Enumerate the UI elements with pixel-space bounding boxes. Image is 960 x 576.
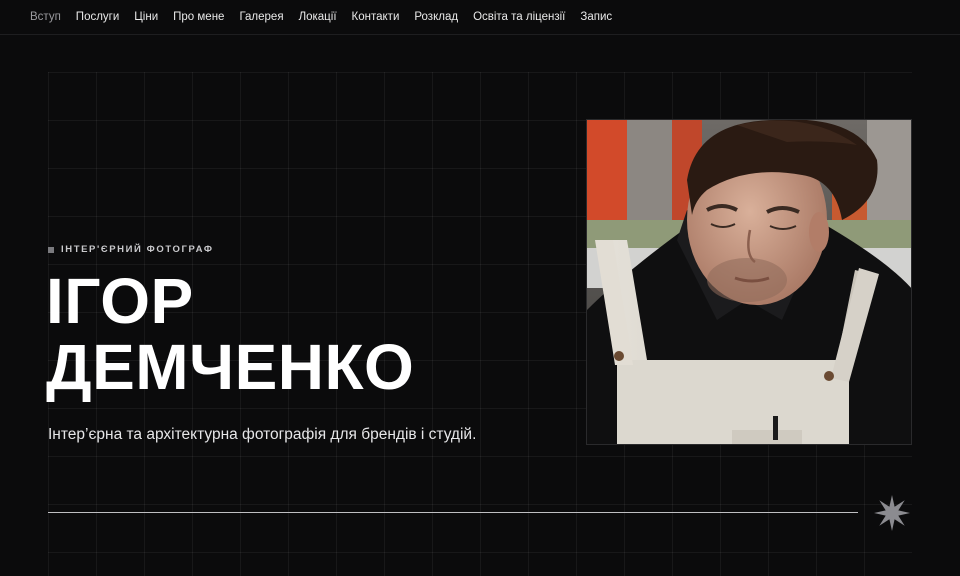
star-icon <box>874 495 910 531</box>
eyebrow-square-icon <box>48 246 54 253</box>
hero-divider <box>48 512 858 513</box>
nav-item-intro[interactable]: Вступ <box>30 11 61 23</box>
nav-item-education[interactable]: Освіта та ліцензії <box>473 11 565 23</box>
nav-item-booking[interactable]: Запис <box>580 11 612 23</box>
hero-title-line2: ДЕМЧЕНКО <box>46 331 415 403</box>
nav-item-prices[interactable]: Ціни <box>134 11 158 23</box>
nav-item-about[interactable]: Про мене <box>173 11 224 23</box>
portrait-illustration <box>587 120 911 444</box>
hero-tagline: Інтер’єрна та архітектурна фотографія дл… <box>48 426 477 443</box>
nav-item-gallery[interactable]: Галерея <box>239 11 283 23</box>
hero-eyebrow: ІНТЕР'ЄРНИЙ ФОТОГРАФ <box>48 244 214 255</box>
nav-item-services[interactable]: Послуги <box>76 11 120 23</box>
nav-item-schedule[interactable]: Розклад <box>414 11 458 23</box>
top-nav: Вступ Послуги Ціни Про мене Галерея Лока… <box>0 0 960 35</box>
eyebrow-text: ІНТЕР'ЄРНИЙ ФОТОГРАФ <box>61 244 214 255</box>
hero-title: ІГОР ДЕМЧЕНКО <box>46 268 414 400</box>
nav-item-locations[interactable]: Локації <box>299 11 337 23</box>
hero-title-line1: ІГОР <box>46 265 194 337</box>
portrait-photo <box>586 119 912 445</box>
nav-item-contacts[interactable]: Контакти <box>352 11 400 23</box>
